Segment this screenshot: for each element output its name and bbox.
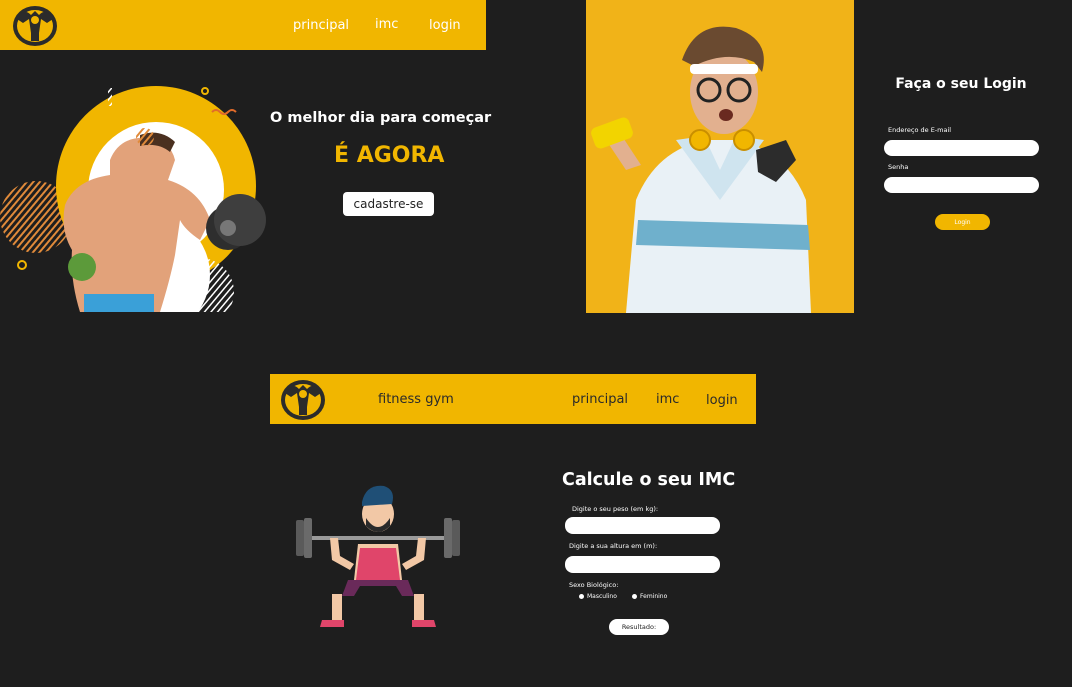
height-field[interactable]	[565, 556, 720, 573]
radio-label-feminino: Feminino	[640, 593, 668, 600]
home-navbar: principal imc login	[0, 0, 486, 50]
nav-link-login[interactable]: login	[429, 18, 461, 33]
login-title: Faça o seu Login	[895, 76, 1027, 92]
email-field[interactable]	[884, 140, 1039, 156]
radio-masculino[interactable]: Masculino	[579, 593, 617, 600]
sex-label: Sexo Biológico:	[569, 581, 619, 589]
nav-link-principal[interactable]: principal	[293, 18, 349, 33]
fitness-man-photo	[586, 0, 854, 313]
password-label: Senha	[888, 163, 909, 171]
weightlifter-illustration	[292, 480, 464, 630]
nav-link-imc[interactable]: imc	[375, 17, 398, 32]
imc-navbar: fitness gym principal imc login	[270, 374, 756, 424]
brand-name: fitness gym	[378, 392, 454, 407]
gym-logo-icon[interactable]	[11, 3, 59, 47]
radio-dot[interactable]	[579, 594, 584, 599]
weight-label: Digite o seu peso (em kg):	[572, 505, 659, 513]
hero-highlight: É AGORA	[334, 143, 445, 168]
nav-link-login[interactable]: login	[706, 393, 738, 408]
imc-title: Calcule o seu IMC	[562, 470, 736, 490]
gym-logo-icon[interactable]	[279, 377, 327, 421]
password-field[interactable]	[884, 177, 1039, 193]
hero-illustration	[0, 80, 270, 337]
hero-tagline: O melhor dia para começar	[270, 110, 492, 126]
result-button[interactable]: Resultado:	[609, 619, 669, 635]
signup-button[interactable]: cadastre-se	[343, 192, 434, 216]
radio-dot[interactable]	[632, 594, 637, 599]
radio-feminino[interactable]: Feminino	[632, 593, 667, 600]
nav-link-principal[interactable]: principal	[572, 392, 628, 407]
email-label: Endereço de E-mail	[888, 126, 952, 134]
login-button[interactable]: Login	[935, 214, 990, 230]
nav-link-imc[interactable]: imc	[656, 392, 679, 407]
radio-label-masculino: Masculino	[587, 593, 617, 600]
height-label: Digite a sua altura em (m):	[569, 542, 658, 550]
weight-field[interactable]	[565, 517, 720, 534]
